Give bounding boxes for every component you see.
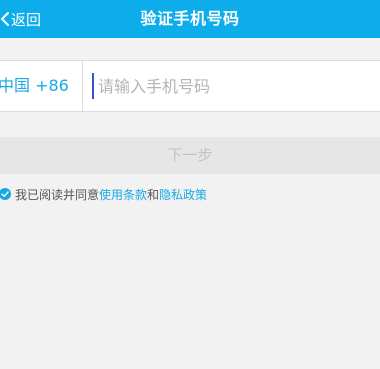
privacy-policy-link[interactable]: 隐私政策 bbox=[159, 186, 207, 203]
phone-number-input[interactable] bbox=[92, 73, 378, 99]
divider bbox=[82, 61, 83, 111]
check-circle-icon[interactable] bbox=[0, 188, 11, 200]
nav-bar: 返回 验证手机号码 bbox=[0, 0, 380, 38]
agreement-conjunction: 和 bbox=[147, 187, 160, 202]
next-step-button[interactable]: 下一步 bbox=[0, 137, 380, 174]
phone-input-row: 中国 +86 bbox=[0, 60, 380, 112]
terms-of-use-link[interactable]: 使用条款 bbox=[99, 186, 147, 203]
page-title: 验证手机号码 bbox=[140, 9, 240, 28]
agreement-text: 我已阅读并同意 bbox=[15, 187, 100, 202]
country-code-selector[interactable]: 中国 +86 bbox=[0, 61, 69, 111]
agreement-row: 我已阅读并同意 使用条款和隐私政策 bbox=[0, 185, 207, 203]
